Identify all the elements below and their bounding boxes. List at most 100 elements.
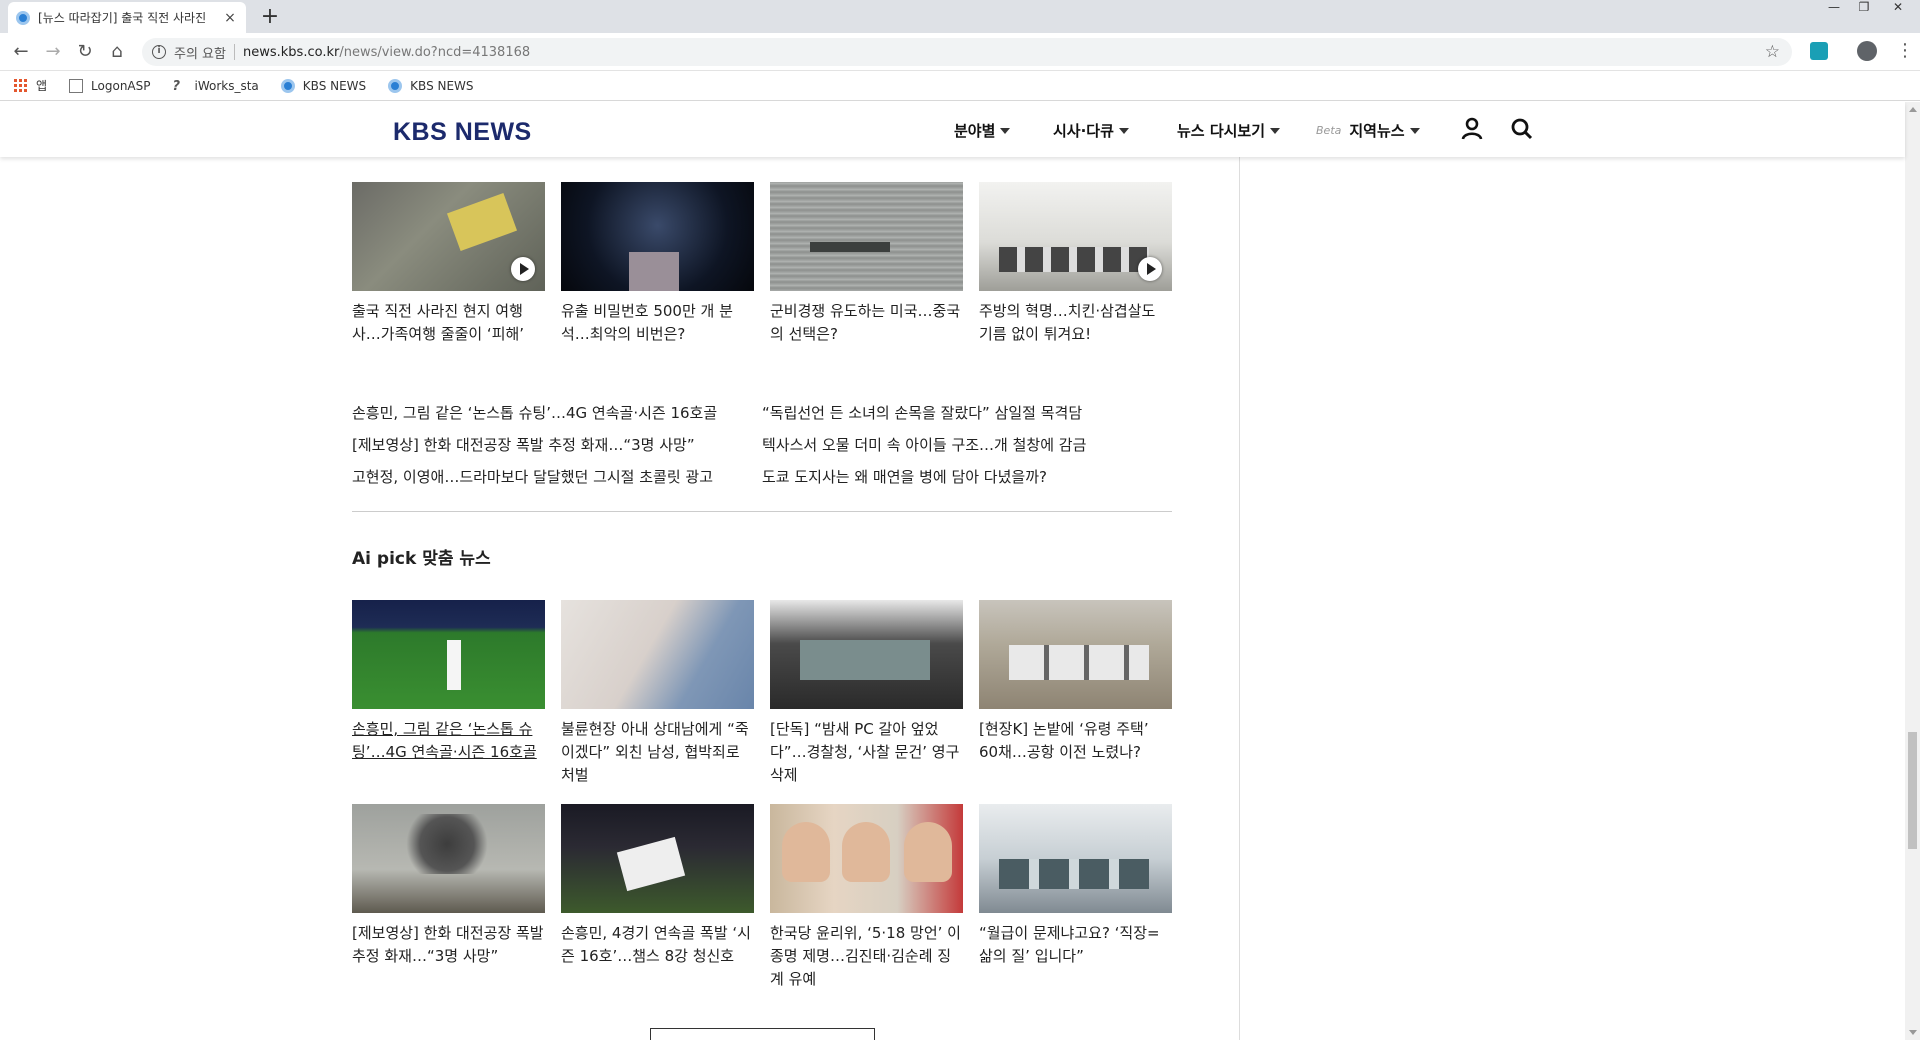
kbs-news-logo[interactable]: KBS NEWS [393, 118, 532, 147]
page-viewport: KBS NEWS 분야별 시사·다큐 뉴스 다시보기 Beta 지역뉴스 출국 … [0, 102, 1920, 1040]
news-card[interactable]: 유출 비밀번호 500만 개 분석…최악의 비번은? [561, 182, 754, 346]
bookmark-label: 앱 [36, 79, 48, 93]
ai-news-card[interactable]: “월급이 문제냐고요? ‘직장=삶의 질’ 입니다” [979, 804, 1172, 968]
news-card-title[interactable]: 불륜현장 아내 상대남에게 “죽이겠다” 외친 남성, 협박죄로 처벌 [561, 718, 754, 787]
section-divider [352, 511, 1172, 512]
address-bar[interactable]: i 주의 요함 news.kbs.co.kr /news/view.do?ncd… [142, 38, 1792, 66]
news-thumbnail[interactable] [770, 182, 963, 291]
news-thumbnail[interactable] [979, 182, 1172, 291]
tab-close-icon[interactable]: × [222, 10, 238, 26]
reload-icon[interactable]: ↻ [74, 41, 96, 63]
url-host: news.kbs.co.kr [242, 44, 340, 60]
nav-item-documentary[interactable]: 시사·다큐 [1053, 120, 1129, 141]
nav-label: 지역뉴스 [1349, 122, 1405, 140]
news-thumbnail[interactable] [561, 600, 754, 709]
news-thumbnail[interactable] [352, 600, 545, 709]
news-text-link[interactable]: 고현정, 이영애…드라마보다 달달했던 그시절 초콜릿 광고 [352, 466, 713, 487]
iworks-icon: ? [172, 78, 181, 94]
nav-label: 분야별 [954, 122, 996, 140]
news-thumbnail[interactable] [352, 182, 545, 291]
extension-icon[interactable] [1810, 42, 1828, 60]
new-tab-button[interactable]: + [258, 4, 282, 29]
bookmark-kbs-news-2[interactable]: KBS NEWS [388, 78, 474, 93]
scroll-down-icon[interactable] [1909, 1030, 1917, 1035]
scrollbar-thumb[interactable] [1908, 732, 1917, 849]
bookmark-star-icon[interactable]: ☆ [1765, 42, 1780, 62]
kbs-favicon-icon [16, 10, 30, 25]
more-button[interactable] [650, 1028, 875, 1040]
forward-arrow-icon[interactable]: → [42, 41, 64, 63]
ai-news-card[interactable]: 한국당 윤리위, ‘5·18 망언’ 이종명 제명…김진태·김순례 징계 유예 [770, 804, 963, 991]
browser-menu-icon[interactable]: ⋮ [1896, 41, 1914, 61]
ai-news-card[interactable]: [제보영상] 한화 대전공장 폭발 추정 화재…“3명 사망” [352, 804, 545, 968]
home-icon[interactable]: ⌂ [106, 41, 128, 63]
caret-down-icon [1409, 127, 1420, 134]
content-sidebar-divider [1239, 157, 1240, 1040]
news-card[interactable]: 군비경쟁 유도하는 미국…중국의 선택은? [770, 182, 963, 346]
news-text-link[interactable]: 도쿄 도지사는 왜 매연을 병에 담아 다녔을까? [762, 466, 1047, 487]
profile-avatar-icon[interactable] [1857, 41, 1877, 61]
ai-news-card[interactable]: 손흥민, 그림 같은 ‘논스톱 슈팅’…4G 연속골·시즌 16호골 [352, 600, 545, 764]
restore-window-icon[interactable]: ❐ [1850, 0, 1878, 20]
bookmark-logonasp[interactable]: LogonASP [69, 78, 151, 93]
security-warning-label: 주의 요함 [174, 46, 226, 62]
bookmark-label: LogonASP [91, 78, 151, 93]
news-thumbnail[interactable] [561, 804, 754, 913]
page-scrollbar[interactable] [1905, 102, 1920, 1040]
play-icon[interactable] [511, 257, 535, 281]
close-window-icon[interactable]: ✕ [1884, 0, 1912, 20]
news-thumbnail[interactable] [979, 804, 1172, 913]
news-text-link[interactable]: [제보영상] 한화 대전공장 폭발 추정 화재…“3명 사망” [352, 434, 695, 455]
news-thumbnail[interactable] [352, 804, 545, 913]
news-text-link[interactable]: 텍사스서 오물 더미 속 아이들 구조…개 철창에 감금 [762, 434, 1086, 455]
browser-tab-bar: [뉴스 따라잡기] 출국 직전 사라진 × + — ❐ ✕ [0, 0, 1920, 33]
bookmark-apps[interactable]: 앱 [14, 77, 47, 94]
news-card[interactable]: 주방의 혁명…치킨·삼겹살도 기름 없이 튀겨요! [979, 182, 1172, 346]
nav-item-category[interactable]: 분야별 [954, 120, 1011, 141]
search-icon[interactable] [1510, 117, 1534, 141]
news-thumbnail[interactable] [770, 600, 963, 709]
kbs-icon [388, 78, 403, 93]
ai-news-card[interactable]: 불륜현장 아내 상대남에게 “죽이겠다” 외친 남성, 협박죄로 처벌 [561, 600, 754, 787]
caret-down-icon [1118, 127, 1129, 134]
news-card-title[interactable]: 손흥민, 그림 같은 ‘논스톱 슈팅’…4G 연속골·시즌 16호골 [352, 718, 545, 764]
scroll-up-icon[interactable] [1909, 107, 1917, 112]
bookmark-kbs-news-1[interactable]: KBS NEWS [280, 78, 366, 93]
news-card-title[interactable]: 유출 비밀번호 500만 개 분석…최악의 비번은? [561, 300, 754, 346]
ai-news-card[interactable]: 손흥민, 4경기 연속골 폭발 ‘시즌 16호’…챔스 8강 청신호 [561, 804, 754, 968]
news-card[interactable]: 출국 직전 사라진 현지 여행사…가족여행 줄줄이 ‘피해’ [352, 182, 545, 346]
bookmark-iworks[interactable]: ? iWorks_sta [172, 78, 259, 94]
news-text-link[interactable]: “독립선언 든 소녀의 손목을 잘랐다” 삼일절 목격담 [762, 402, 1082, 423]
site-header: KBS NEWS 분야별 시사·다큐 뉴스 다시보기 Beta 지역뉴스 [0, 102, 1905, 157]
nav-item-local-news[interactable]: Beta 지역뉴스 [1316, 120, 1420, 141]
news-thumbnail[interactable] [979, 600, 1172, 709]
nav-item-replay[interactable]: 뉴스 다시보기 [1177, 120, 1281, 141]
kbs-icon [280, 78, 295, 93]
ai-news-card[interactable]: [현장K] 논밭에 ‘유령 주택’ 60채…공항 이전 노렸나? [979, 600, 1172, 764]
browser-toolbar: ← → ↻ ⌂ i 주의 요함 news.kbs.co.kr /news/vie… [0, 33, 1920, 71]
bookmarks-bar: 앱 LogonASP ? iWorks_sta KBS NEWS KBS NEW… [0, 71, 1920, 101]
news-thumbnail[interactable] [561, 182, 754, 291]
news-thumbnail[interactable] [770, 804, 963, 913]
news-card-title[interactable]: 주방의 혁명…치킨·삼겹살도 기름 없이 튀겨요! [979, 300, 1172, 346]
news-card-title[interactable]: [제보영상] 한화 대전공장 폭발 추정 화재…“3명 사망” [352, 922, 545, 968]
news-card-title[interactable]: 군비경쟁 유도하는 미국…중국의 선택은? [770, 300, 963, 346]
user-icon[interactable] [1460, 117, 1484, 141]
browser-tab-active[interactable]: [뉴스 따라잡기] 출국 직전 사라진 × [8, 2, 246, 33]
news-card-title[interactable]: 출국 직전 사라진 현지 여행사…가족여행 줄줄이 ‘피해’ [352, 300, 545, 346]
beta-badge: Beta [1316, 124, 1342, 137]
info-icon[interactable]: i [152, 45, 166, 59]
play-icon[interactable] [1138, 257, 1162, 281]
news-card-title[interactable]: “월급이 문제냐고요? ‘직장=삶의 질’ 입니다” [979, 922, 1172, 968]
back-arrow-icon[interactable]: ← [10, 41, 32, 63]
nav-label: 시사·다큐 [1053, 122, 1114, 140]
news-card-title[interactable]: [단독] “밤새 PC 갈아 엎었다”…경찰청, ‘사찰 문건’ 영구 삭제 [770, 718, 963, 787]
news-card-title[interactable]: 손흥민, 4경기 연속골 폭발 ‘시즌 16호’…챔스 8강 청신호 [561, 922, 754, 968]
minimize-window-icon[interactable]: — [1820, 0, 1848, 20]
news-text-link[interactable]: 손흥민, 그림 같은 ‘논스톱 슈팅’…4G 연속골·시즌 16호골 [352, 402, 717, 423]
nav-label: 뉴스 다시보기 [1177, 122, 1266, 140]
news-card-title[interactable]: 한국당 윤리위, ‘5·18 망언’ 이종명 제명…김진태·김순례 징계 유예 [770, 922, 963, 991]
news-card-title[interactable]: [현장K] 논밭에 ‘유령 주택’ 60채…공항 이전 노렸나? [979, 718, 1172, 764]
url-path: /news/view.do?ncd=4138168 [339, 44, 531, 60]
ai-news-card[interactable]: [단독] “밤새 PC 갈아 엎었다”…경찰청, ‘사찰 문건’ 영구 삭제 [770, 600, 963, 787]
